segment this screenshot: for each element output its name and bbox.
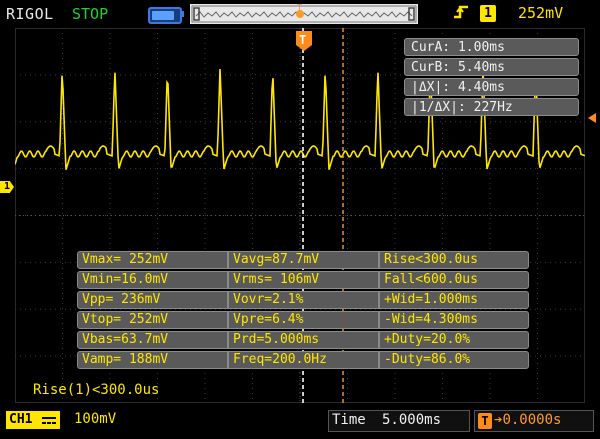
measurement-row: Vmin=16.0mV Vrms= 106mV Fall<600.0us xyxy=(77,271,529,289)
cursor-readout-panel: CurA: 1.00ms CurB: 5.40ms |ΔX|: 4.40ms |… xyxy=(404,38,579,118)
measurement-cell: Freq=200.0Hz xyxy=(228,351,379,369)
timebase-value: 5.000ms xyxy=(382,412,442,428)
measurement-cell: +Wid=1.000ms xyxy=(379,291,529,309)
channel1-badge[interactable]: CH1 xyxy=(6,411,60,429)
dc-coupling-icon xyxy=(42,417,56,424)
cursor-a-readout: CurA: 1.00ms xyxy=(404,38,579,56)
measurement-row: Vmax= 252mV Vavg=87.7mV Rise<300.0us xyxy=(77,251,529,269)
svg-text:T: T xyxy=(297,4,302,12)
measurement-row: Vbas=63.7mV Prd=5.000ms +Duty=20.0% xyxy=(77,331,529,349)
measurement-cell: Vpre=6.4% xyxy=(228,311,379,329)
battery-icon xyxy=(148,7,182,24)
channel1-scale[interactable]: 100mV xyxy=(74,411,116,427)
timebase-label: Time xyxy=(332,412,366,428)
trigger-offset-text: 0.0000s xyxy=(502,412,562,428)
measurement-cell: -Wid=4.300ms xyxy=(379,311,529,329)
measurement-cell: Vmax= 252mV xyxy=(77,251,228,269)
rising-edge-icon xyxy=(452,3,470,25)
measurement-cell: Vtop= 252mV xyxy=(77,311,228,329)
trigger-offset-value: ➔0.0000s xyxy=(494,412,561,428)
measurement-cell: +Duty=20.0% xyxy=(379,331,529,349)
measurement-cell: Vrms= 106mV xyxy=(228,271,379,289)
overview-waveform-icon: T xyxy=(191,4,417,23)
cursor-frequency-readout: |1/ΔX|: 227Hz xyxy=(404,98,579,116)
brand-logo: RIGOL xyxy=(6,5,54,23)
trigger-position-marker[interactable]: T xyxy=(296,31,312,51)
trigger-level-marker[interactable] xyxy=(586,108,596,123)
measurement-table: Vmax= 252mV Vavg=87.7mV Rise<300.0us Vmi… xyxy=(77,251,529,371)
channel1-offset-marker[interactable]: 1 xyxy=(0,181,14,193)
measurement-cell: Prd=5.000ms xyxy=(228,331,379,349)
trigger-source-badge: 1 xyxy=(480,5,496,22)
cursor-b-readout: CurB: 5.40ms xyxy=(404,58,579,76)
measurement-cell: Vamp= 188mV xyxy=(77,351,228,369)
svg-text:T: T xyxy=(299,33,306,47)
measurement-cell: Vovr=2.1% xyxy=(228,291,379,309)
run-state-indicator[interactable]: STOP xyxy=(72,5,108,23)
battery-tip xyxy=(181,11,184,17)
trigger-level-value: 252mV xyxy=(518,4,564,22)
measurement-cell: Vavg=87.7mV xyxy=(228,251,379,269)
measurement-cell: -Duty=86.0% xyxy=(379,351,529,369)
measurement-cell: Vpp= 236mV xyxy=(77,291,228,309)
measurement-row: Vpp= 236mV Vovr=2.1% +Wid=1.000ms xyxy=(77,291,529,309)
channel1-label: CH1 xyxy=(9,412,33,427)
measurement-cell: Vbas=63.7mV xyxy=(77,331,228,349)
cursor-delta-readout: |ΔX|: 4.40ms xyxy=(404,78,579,96)
trigger-offset-icon: T xyxy=(478,413,492,429)
measurement-cell: Rise<300.0us xyxy=(379,251,529,269)
measurement-row: Vtop= 252mV Vpre=6.4% -Wid=4.300ms xyxy=(77,311,529,329)
measurement-cell: Fall<600.0us xyxy=(379,271,529,289)
measurement-cell: Vmin=16.0mV xyxy=(77,271,228,289)
memory-overview-strip: T xyxy=(190,4,418,24)
measurement-row: Vamp= 188mV Freq=200.0Hz -Duty=86.0% xyxy=(77,351,529,369)
rise-measurement-note: Rise(1)<300.0us xyxy=(33,382,160,398)
